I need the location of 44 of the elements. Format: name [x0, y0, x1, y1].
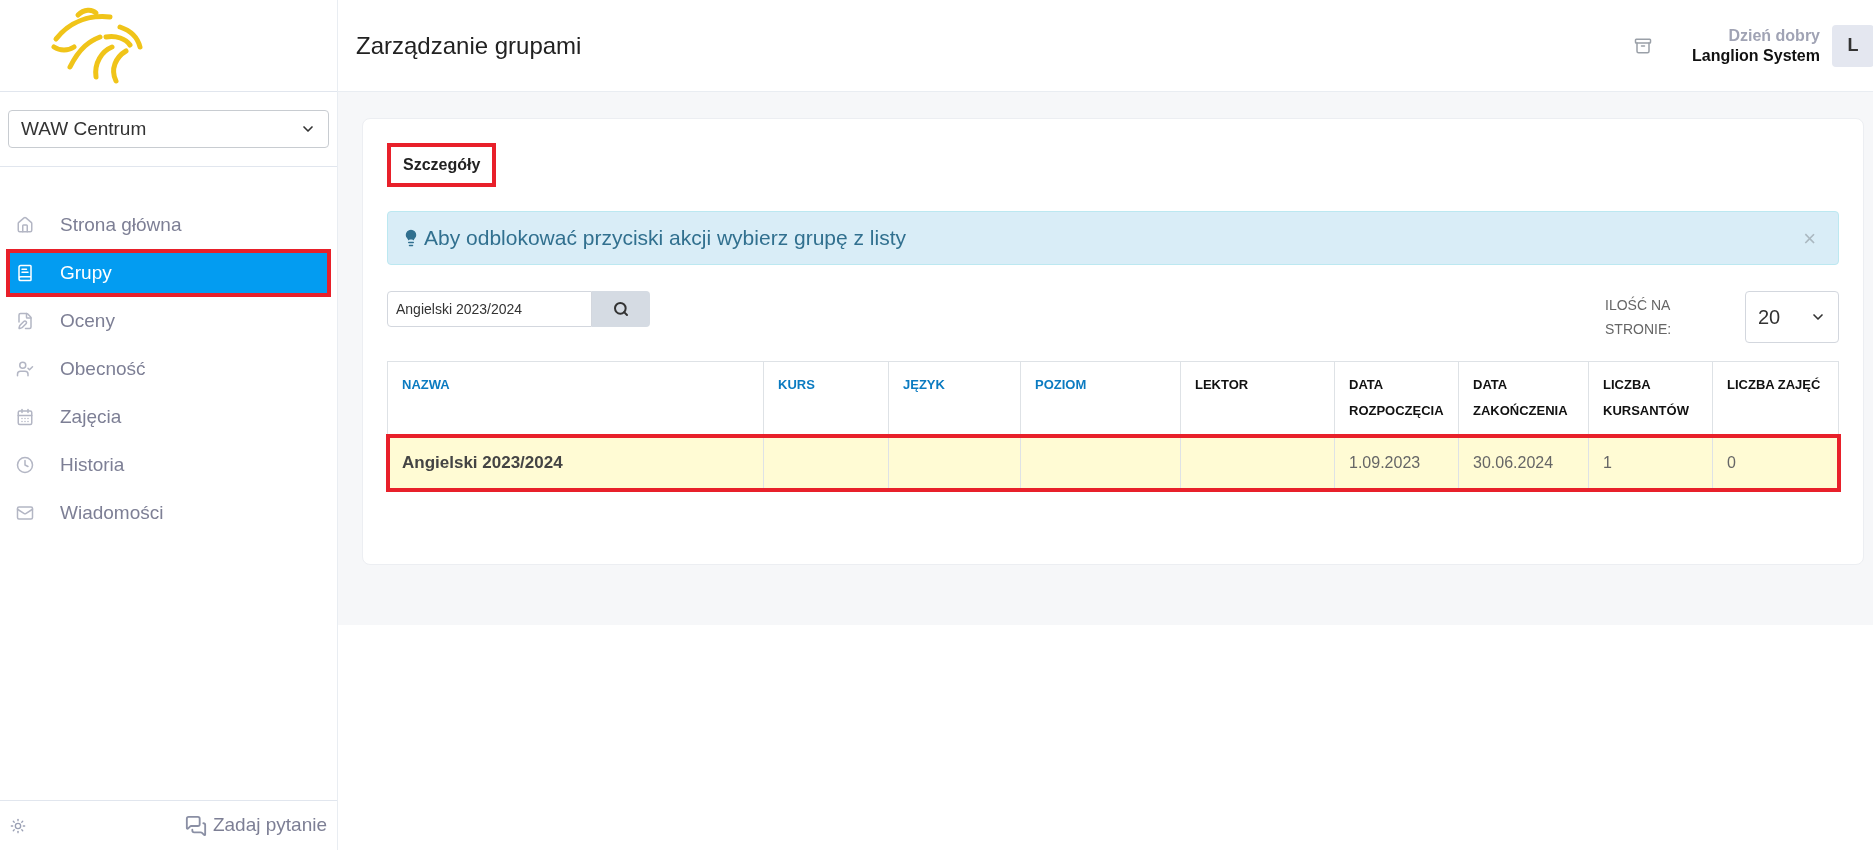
per-page-select[interactable]: 20 — [1745, 291, 1839, 343]
sidebar-item[interactable]: Obecność — [6, 345, 331, 393]
column-header[interactable]: NAZWA — [402, 377, 450, 392]
column-header: LICZBA KURSANTÓW — [1603, 377, 1689, 418]
page-title: Zarządzanie grupami — [356, 30, 582, 61]
alert-text: Aby odblokować przyciski akcji wybierz grupę z listy — [424, 225, 906, 252]
sidebar-item[interactable]: Historia — [6, 441, 331, 489]
sidebar-item[interactable]: Oceny — [6, 297, 331, 345]
search-icon — [613, 301, 629, 317]
table-cell: 1.09.2023 — [1349, 453, 1421, 471]
sidebar-item[interactable]: Strona główna — [6, 201, 331, 249]
column-header: DATA ZAKOŃCZENIA — [1473, 377, 1568, 418]
table-cell: 1 — [1603, 453, 1612, 471]
clock-icon — [16, 456, 34, 474]
table-cell: 30.06.2024 — [1473, 453, 1554, 471]
table-cell: 0 — [1727, 453, 1736, 471]
user-check-icon — [16, 360, 34, 378]
search-button[interactable] — [592, 291, 650, 327]
user-name: Langlion System — [1691, 45, 1820, 66]
mail-icon — [16, 504, 34, 522]
theme-toggle-icon[interactable] — [10, 817, 26, 834]
column-header[interactable]: KURS — [778, 377, 815, 392]
help-link[interactable]: Zadaj pytanie — [184, 811, 327, 840]
archive-icon[interactable] — [1633, 36, 1652, 55]
table-cell: Angielski 2023/2024 — [402, 452, 563, 472]
sidebar-item[interactable]: Grupy — [6, 249, 331, 297]
user-avatar[interactable]: L — [1832, 24, 1873, 67]
calendar-icon — [16, 408, 34, 426]
column-header: DATA ROZPOCZĘCIA — [1349, 377, 1444, 418]
file-pen-icon — [16, 312, 34, 330]
column-header: LICZBA ZAJĘĆ — [1727, 377, 1821, 392]
column-header: LEKTOR — [1195, 377, 1249, 392]
table-row[interactable]: Angielski 2023/2024 1.09.2023 30.06.2024 1 0 — [387, 435, 1839, 490]
tab[interactable]: Szczegóły — [387, 143, 497, 187]
sidebar-item[interactable]: Wiadomości — [6, 489, 331, 537]
book-icon — [16, 264, 34, 282]
greeting: Dzień dobry — [1728, 25, 1820, 46]
branch-select[interactable]: WAW Centrum — [8, 110, 329, 148]
sidebar-item[interactable]: Zajęcia — [6, 393, 331, 441]
home-icon — [16, 216, 34, 234]
per-page-label: ILOŚĆ NA STRONIE: — [1605, 295, 1673, 339]
column-header[interactable]: POZIOM — [1035, 377, 1087, 392]
search-field[interactable]: Angielski 2023/2024 — [387, 291, 592, 327]
column-header[interactable]: JĘZYK — [903, 377, 945, 392]
